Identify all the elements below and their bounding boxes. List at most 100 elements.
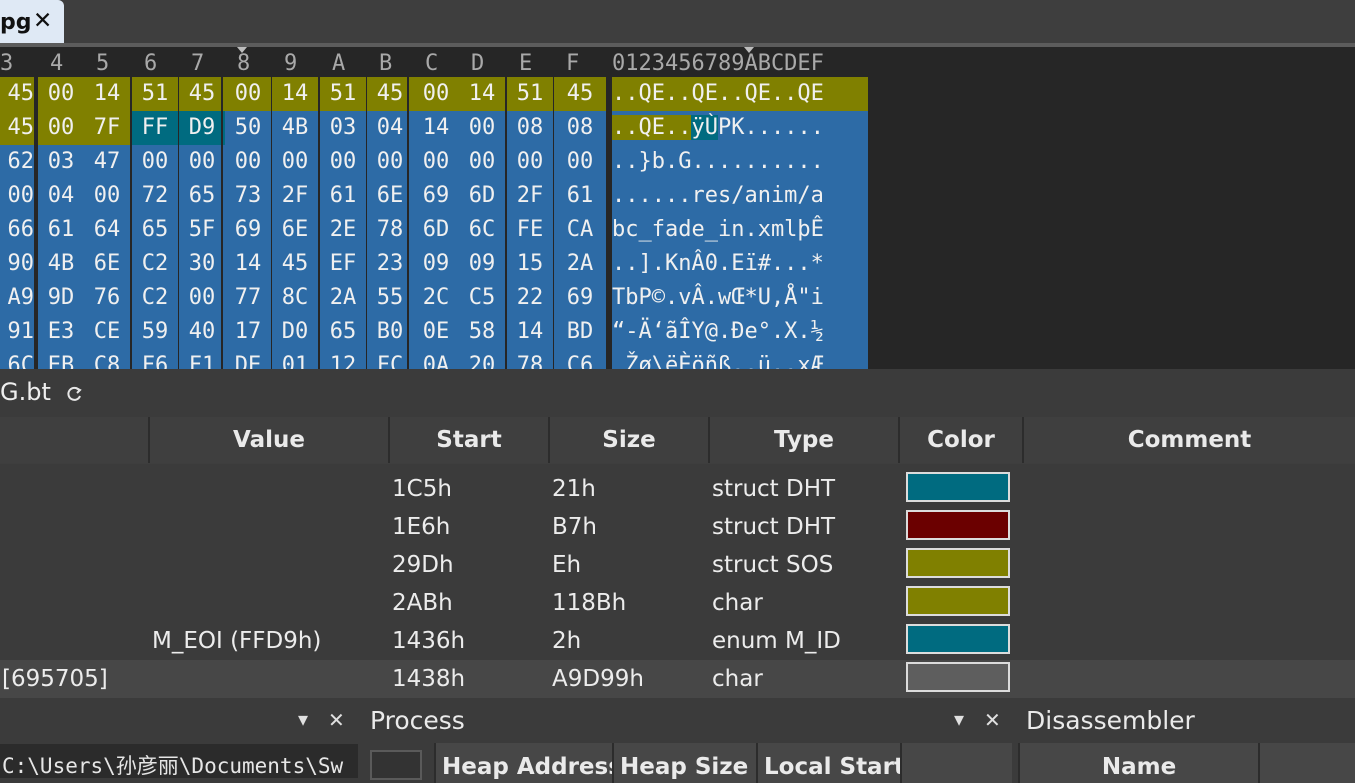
hex-byte[interactable]: 00 — [179, 145, 225, 179]
hex-byte[interactable]: 61 — [554, 179, 606, 213]
hex-byte[interactable]: C2 — [132, 281, 178, 315]
chevron-down-icon[interactable]: ▾ — [954, 707, 964, 731]
column-header-value[interactable]: Value — [148, 417, 388, 463]
hex-row[interactable]: 45 00 7F FF D9 50 4B 03 04 14 00 08 08 ..QE..ÿÙPK....… — [0, 111, 868, 145]
close-icon[interactable]: ✕ — [33, 8, 52, 34]
hex-byte[interactable]: 76 — [84, 281, 130, 315]
hex-byte[interactable]: 90 — [0, 247, 34, 281]
ascii-row[interactable]: “-Ä‘ãÎY@.Ðe°.X.½ — [612, 315, 868, 349]
column-header-blank[interactable] — [900, 743, 1012, 783]
hex-byte[interactable]: C2 — [132, 247, 178, 281]
hex-byte[interactable]: 14 — [413, 111, 459, 145]
hex-byte[interactable]: 4B — [38, 247, 84, 281]
hex-byte[interactable]: 14 — [459, 77, 505, 111]
hex-byte[interactable]: 4B — [272, 111, 318, 145]
hex-byte[interactable]: C6 — [554, 349, 606, 369]
file-tab[interactable]: pg ✕ — [0, 0, 64, 44]
path-field[interactable]: C:\Users\孙彦丽\Documents\Sw — [0, 744, 358, 778]
hex-byte[interactable]: 51 — [507, 77, 553, 111]
hex-byte[interactable]: 00 — [272, 145, 318, 179]
column-header-disasm-blank[interactable] — [1258, 743, 1355, 783]
hex-byte[interactable]: CA — [554, 213, 606, 247]
column-header-start[interactable]: Start — [388, 417, 548, 463]
hex-byte[interactable]: 6C — [0, 349, 34, 369]
color-swatch[interactable] — [906, 472, 1010, 502]
hex-byte[interactable]: 00 — [413, 145, 459, 179]
hex-byte[interactable]: 03 — [320, 111, 366, 145]
close-icon[interactable]: ✕ — [328, 708, 345, 732]
hex-byte[interactable]: 00 — [507, 145, 553, 179]
column-header-name[interactable] — [0, 417, 148, 463]
ascii-row[interactable]: TbP©.vÂ.wŒ*U,Å"i — [612, 281, 868, 315]
hex-byte[interactable]: 65 — [179, 179, 225, 213]
hex-byte[interactable]: 00 — [38, 77, 84, 111]
hex-byte[interactable]: 7F — [84, 111, 130, 145]
process-select[interactable] — [370, 750, 422, 780]
hex-byte[interactable]: 65 — [320, 315, 366, 349]
hex-byte[interactable]: 00 — [459, 145, 505, 179]
hex-byte[interactable]: 2A — [554, 247, 606, 281]
hex-byte[interactable]: 5F — [179, 213, 225, 247]
column-header-comment[interactable]: Comment — [1022, 417, 1355, 463]
hex-byte[interactable]: 17 — [225, 315, 271, 349]
hex-row[interactable]: 66 61 64 65 5F 69 6E 2E 78 6D 6C FE CA bc_fade_in.xml… — [0, 213, 868, 247]
hex-byte[interactable]: 78 — [507, 349, 553, 369]
hex-byte[interactable]: 04 — [38, 179, 84, 213]
hex-byte[interactable]: 2F — [272, 179, 318, 213]
ascii-row[interactable]: ..QE..QE..QE..QE — [612, 77, 868, 111]
hex-byte[interactable]: 00 — [554, 145, 606, 179]
hex-byte[interactable]: FE — [507, 213, 553, 247]
color-swatch[interactable] — [906, 510, 1010, 540]
hex-byte[interactable]: 00 — [84, 179, 130, 213]
hex-byte[interactable]: 08 — [554, 111, 606, 145]
hex-byte[interactable]: 72 — [132, 179, 178, 213]
hex-byte[interactable]: 6E — [272, 213, 318, 247]
ascii-row[interactable]: ..QE..ÿÙPK...... — [612, 111, 868, 145]
column-header-type[interactable]: Type — [708, 417, 898, 463]
hex-byte[interactable]: 73 — [225, 179, 271, 213]
hex-row[interactable]: 90 4B 6E C2 30 14 45 EF 23 09 09 15 2A ..].KnÂ0.Eï#..… — [0, 247, 868, 281]
ascii-row[interactable]: ..}b.G.......... — [612, 145, 868, 179]
hex-byte[interactable]: 45 — [554, 77, 606, 111]
table-row[interactable]: [695705] 1438h A9D99h char — [0, 660, 1355, 698]
hex-byte[interactable]: 0E — [413, 315, 459, 349]
hex-byte[interactable]: EB — [38, 349, 84, 369]
hex-byte[interactable]: 64 — [84, 213, 130, 247]
hex-byte[interactable]: 45 — [0, 77, 34, 111]
hex-byte[interactable]: 14 — [225, 247, 271, 281]
hex-byte[interactable]: 15 — [507, 247, 553, 281]
hex-row[interactable]: 45 00 14 51 45 00 14 51 45 00 14 51 45 ..QE..QE..QE..… — [0, 77, 868, 111]
hex-byte[interactable]: EF — [320, 247, 366, 281]
hex-row[interactable]: 00 04 00 72 65 73 2F 61 6E 69 6D 2F 61 ......res/anim… — [0, 179, 868, 213]
ascii-row[interactable]: _Žø\ëÈöñß..ü..xÆ — [612, 349, 868, 369]
hex-byte[interactable]: FF — [132, 111, 178, 145]
hex-editor[interactable]: 3 4 5 6 7 8 9 A B C D E F 0123456789ABCDEF 45 00 14 51 45… — [0, 47, 1355, 369]
column-header-heap-size[interactable]: Heap Size — [612, 743, 756, 783]
hex-byte[interactable]: F1 — [179, 349, 225, 369]
hex-byte[interactable]: 51 — [320, 77, 366, 111]
hex-byte[interactable]: DE — [225, 349, 271, 369]
hex-byte[interactable]: D0 — [272, 315, 318, 349]
hex-byte[interactable]: 00 — [38, 111, 84, 145]
hex-byte[interactable]: C8 — [84, 349, 130, 369]
hex-byte[interactable]: 6C — [459, 213, 505, 247]
table-row[interactable]: 1E6h B7h struct DHT — [0, 508, 1355, 546]
hex-byte[interactable]: 12 — [320, 349, 366, 369]
hex-byte[interactable]: 20 — [459, 349, 505, 369]
hex-byte[interactable]: 2C — [413, 281, 459, 315]
hex-byte[interactable]: 2F — [507, 179, 553, 213]
hex-byte[interactable]: 00 — [0, 179, 34, 213]
hex-byte[interactable]: A9 — [0, 281, 34, 315]
table-row[interactable]: 1C5h 21h struct DHT — [0, 470, 1355, 508]
hex-byte[interactable]: 08 — [507, 111, 553, 145]
hex-byte[interactable]: 00 — [132, 145, 178, 179]
hex-byte[interactable]: 47 — [84, 145, 130, 179]
hex-byte[interactable]: 58 — [459, 315, 505, 349]
hex-byte[interactable]: 14 — [272, 77, 318, 111]
column-header-size[interactable]: Size — [548, 417, 708, 463]
hex-byte[interactable]: 59 — [132, 315, 178, 349]
ascii-row[interactable]: ..].KnÂ0.Eï#...* — [612, 247, 868, 281]
table-row[interactable]: 29Dh Eh struct SOS — [0, 546, 1355, 584]
column-header-local-start[interactable]: Local Start — [756, 743, 900, 783]
hex-row[interactable]: A9 9D 76 C2 00 77 8C 2A 55 2C C5 22 69 TbP©.vÂ.wŒ*U,Å… — [0, 281, 868, 315]
